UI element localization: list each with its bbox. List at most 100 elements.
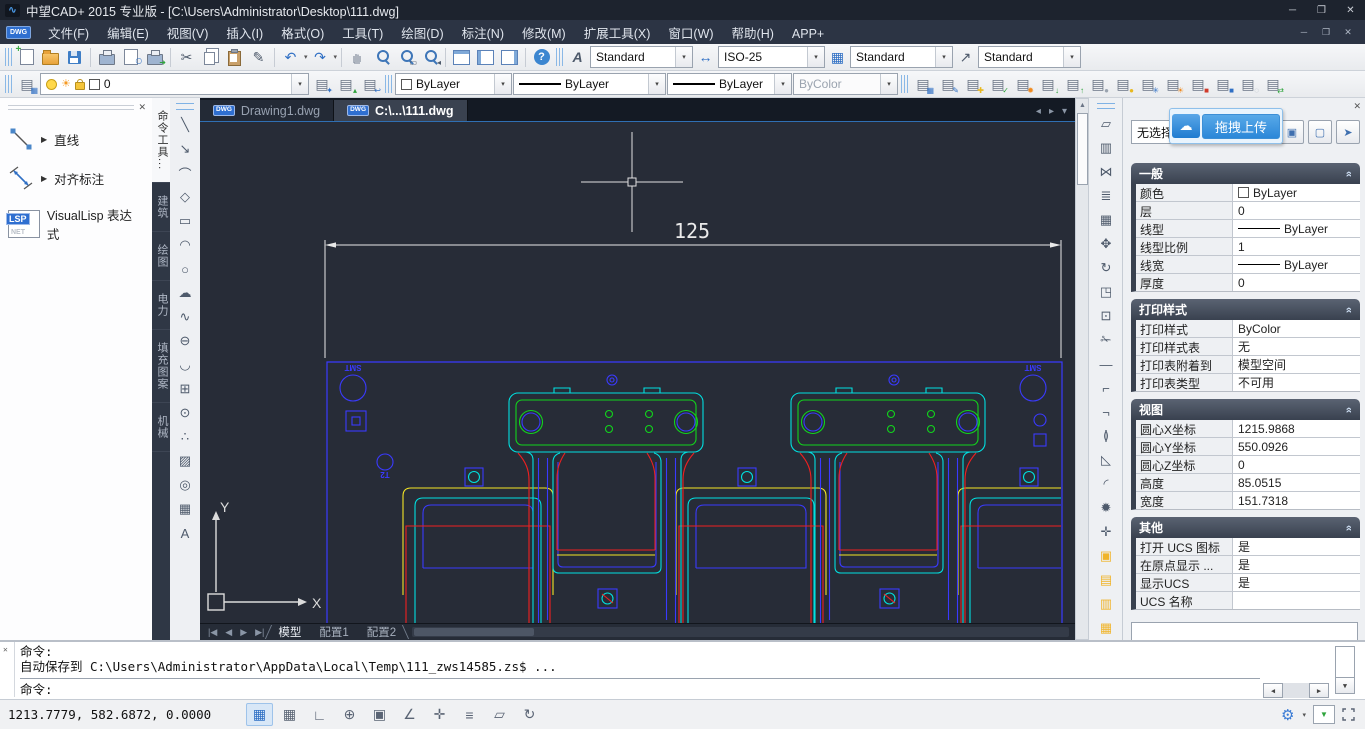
- doc-minimize-icon[interactable]: ─: [1293, 24, 1315, 40]
- command-hscrollbar[interactable]: ◀ ▶: [1263, 683, 1329, 698]
- print-preview-button[interactable]: 🞅: [119, 46, 142, 68]
- layout-prev-icon[interactable]: ◀: [221, 627, 236, 638]
- menu-item[interactable]: 帮助(H): [723, 27, 783, 41]
- layer-thaw-icon[interactable]: ▤ ☀: [1161, 73, 1185, 95]
- layer-on-icon[interactable]: ▤ ●: [1111, 73, 1135, 95]
- chevron-down-icon[interactable]: ▾: [1063, 47, 1080, 67]
- layer-check-icon[interactable]: ▤ ✓: [986, 73, 1010, 95]
- menu-item[interactable]: 编辑(E): [98, 27, 158, 41]
- toolbar-grip[interactable]: [556, 48, 563, 66]
- canvas-hscrollbar[interactable]: [412, 627, 1069, 637]
- layout-tab[interactable]: 配置1: [310, 624, 357, 640]
- palette-item-visuallisp[interactable]: LSP NET VisualLisp 表达式: [0, 198, 152, 250]
- layer-off-icon[interactable]: ▤ ●: [1086, 73, 1110, 95]
- layer-previous-icon[interactable]: ▤ ↩: [358, 73, 382, 95]
- section-header[interactable]: 一般 »: [1131, 163, 1360, 184]
- text-style-icon[interactable]: A: [566, 46, 589, 68]
- break-at-point-icon[interactable]: ¬: [1094, 400, 1118, 424]
- table-style-combo[interactable]: Standard ▾: [850, 46, 953, 68]
- layer-manager-icon[interactable]: ▤ ▦: [911, 73, 935, 95]
- ortho-toggle[interactable]: ∟: [306, 703, 333, 726]
- menu-item[interactable]: 窗口(W): [659, 27, 722, 41]
- menu-item[interactable]: 视图(V): [158, 27, 218, 41]
- pan-icon[interactable]: [346, 46, 369, 68]
- rotate-icon[interactable]: ↻: [1094, 256, 1118, 280]
- select-similar-icon[interactable]: ✛: [1094, 520, 1118, 544]
- ducs-toggle[interactable]: ✛: [426, 703, 453, 726]
- scroll-right-icon[interactable]: ▶: [1309, 683, 1329, 698]
- erase-icon[interactable]: ▱: [1094, 112, 1118, 136]
- snap-toggle[interactable]: ▦: [246, 703, 273, 726]
- menu-item[interactable]: 文件(F): [39, 27, 98, 41]
- new-button[interactable]: [15, 46, 38, 68]
- layer-merge-icon[interactable]: ▤ ⇄: [1261, 73, 1285, 95]
- linetype-combo[interactable]: ByLayer ▾: [513, 73, 666, 95]
- join-icon[interactable]: ≬: [1094, 424, 1118, 448]
- tool-palettes-button[interactable]: [498, 46, 521, 68]
- trim-icon[interactable]: ✁: [1094, 328, 1118, 352]
- copy-button[interactable]: [199, 46, 222, 68]
- dim-style-combo[interactable]: ISO-25 ▾: [718, 46, 825, 68]
- grid-toggle[interactable]: ▦: [276, 703, 303, 726]
- save-button[interactable]: [63, 46, 86, 68]
- palette-close-icon[interactable]: ✕: [134, 102, 146, 113]
- paste-button[interactable]: [223, 46, 246, 68]
- lineweight-combo[interactable]: ByLayer ▾: [667, 73, 792, 95]
- section-header[interactable]: 打印样式 »: [1131, 299, 1360, 320]
- array-icon[interactable]: ▦: [1094, 208, 1118, 232]
- ellipse-arc-icon[interactable]: ◡: [173, 353, 197, 377]
- circle-icon[interactable]: ○: [173, 257, 197, 281]
- maximize-icon[interactable]: ❐: [1307, 1, 1336, 19]
- doc-restore-icon[interactable]: ❐: [1315, 24, 1337, 40]
- toolbar-grip[interactable]: [5, 48, 12, 66]
- polar-toggle[interactable]: ⊕: [336, 703, 363, 726]
- publish-button[interactable]: ➜: [143, 46, 166, 68]
- toolbar-grip[interactable]: [1097, 103, 1115, 109]
- hatch-icon[interactable]: ▨: [173, 449, 197, 473]
- model-paper-toggle[interactable]: ▱: [486, 703, 513, 726]
- arc-3p-icon[interactable]: ⌒: [173, 161, 197, 185]
- pickadd-toggle-button[interactable]: ➤: [1336, 120, 1360, 144]
- annotation-toggle[interactable]: ↻: [516, 703, 543, 726]
- palette-handle[interactable]: ✕: [8, 102, 146, 118]
- fullscreen-icon[interactable]: [1342, 708, 1355, 721]
- draworder-under-icon[interactable]: ▦: [1094, 616, 1118, 640]
- undo-dropdown[interactable]: ▾: [304, 53, 308, 61]
- copy-icon[interactable]: ▥: [1094, 136, 1118, 160]
- command-input[interactable]: 命令:: [20, 682, 1365, 697]
- design-center-button[interactable]: [474, 46, 497, 68]
- minimize-icon[interactable]: ─: [1278, 1, 1307, 19]
- layer-edit-icon[interactable]: ▤ ✎: [936, 73, 960, 95]
- zoom-realtime-button[interactable]: [370, 46, 393, 68]
- drawing-canvas[interactable]: 125 SMT SMT T2: [200, 122, 1075, 623]
- layer-unlock-icon[interactable]: ▤ ■: [1211, 73, 1235, 95]
- menu-item[interactable]: 工具(T): [333, 27, 392, 41]
- collapse-icon[interactable]: »: [1343, 306, 1355, 312]
- osnap-toggle[interactable]: ▣: [366, 703, 393, 726]
- section-header[interactable]: 其他 »: [1131, 517, 1360, 538]
- extend-icon[interactable]: ―: [1094, 352, 1118, 376]
- layer-walk-icon[interactable]: ▤ ✹: [1011, 73, 1035, 95]
- layer-states-icon[interactable]: ▤ ✦: [310, 73, 334, 95]
- undo-icon[interactable]: ↶: [279, 46, 302, 68]
- collapse-icon[interactable]: »: [1343, 170, 1355, 176]
- layer-isolate-icon[interactable]: ▤ ◌: [1236, 73, 1260, 95]
- chevron-down-icon[interactable]: ▾: [648, 74, 665, 94]
- scroll-up-icon[interactable]: ▲: [1079, 99, 1086, 111]
- match-properties-icon[interactable]: ✎: [247, 46, 270, 68]
- stretch-icon[interactable]: ⊡: [1094, 304, 1118, 328]
- select-objects-button[interactable]: ▢: [1308, 120, 1332, 144]
- revcloud-icon[interactable]: ☁: [173, 281, 197, 305]
- draworder-front-icon[interactable]: ▣: [1094, 544, 1118, 568]
- menu-item[interactable]: 插入(I): [217, 27, 272, 41]
- layer-combo[interactable]: ☀ 0 ▾: [40, 73, 309, 95]
- layout-first-icon[interactable]: |◀: [204, 627, 221, 638]
- open-button[interactable]: [39, 46, 62, 68]
- chevron-down-icon[interactable]: ▾: [807, 47, 824, 67]
- arc-icon[interactable]: ◠: [173, 233, 197, 257]
- make-object-layer-current-icon[interactable]: ▤ ▴: [334, 73, 358, 95]
- close-icon[interactable]: ✕: [1336, 1, 1365, 19]
- palette-tab[interactable]: 填充图案: [152, 330, 170, 403]
- donut-icon[interactable]: ◎: [173, 473, 197, 497]
- command-vscrollbar[interactable]: [1335, 646, 1355, 678]
